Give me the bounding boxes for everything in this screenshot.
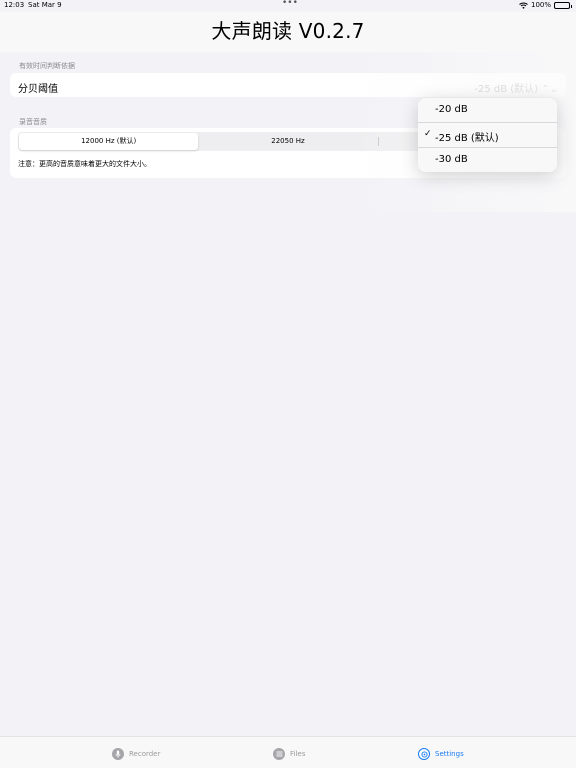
threshold-label: 分贝阈值 xyxy=(18,84,58,95)
tab-label: Settings xyxy=(435,750,464,758)
threshold-row[interactable]: 分贝阈值 -25 dB (默认) ⌃⌄ xyxy=(10,73,566,97)
status-bar: 12:03 Sat Mar 9 ••• 100% xyxy=(0,0,576,12)
popup-item-label: -25 dB (默认) xyxy=(435,133,499,144)
section-header-threshold: 有效时间判断依据 xyxy=(19,62,75,70)
status-indicators: 100% xyxy=(519,1,572,9)
list-icon xyxy=(273,748,285,760)
tab-recorder[interactable]: Recorder xyxy=(112,748,160,760)
battery-icon xyxy=(554,1,572,9)
gear-icon xyxy=(418,748,430,760)
popup-item-label: -30 dB xyxy=(435,154,468,165)
popup-item-minus30[interactable]: -30 dB xyxy=(418,148,557,172)
wifi-icon xyxy=(519,2,528,9)
battery-percent: 100% xyxy=(530,1,551,9)
threshold-picker-value[interactable]: -25 dB (默认) ⌃⌄ xyxy=(474,80,558,95)
navigation-bar: 大声朗读 V0.2.7 xyxy=(0,12,576,52)
checkmark-icon: ✓ xyxy=(424,129,432,139)
tab-label: Files xyxy=(290,750,306,758)
status-date: Sat Mar 9 xyxy=(28,1,62,9)
threshold-popup-menu: -20 dB ✓ -25 dB (默认) -30 dB xyxy=(418,98,557,172)
tab-settings[interactable]: Settings xyxy=(418,748,464,760)
section-header-quality: 录音音质 xyxy=(19,118,47,126)
status-time: 12:03 xyxy=(4,1,25,9)
popup-item-minus20[interactable]: -20 dB xyxy=(418,98,557,122)
quality-note: 注意：更高的音质意味着更大的文件大小。 xyxy=(18,160,151,168)
popup-item-minus25[interactable]: ✓ -25 dB (默认) xyxy=(418,123,557,147)
tab-bar: Recorder Files Settings xyxy=(0,736,576,768)
tab-label: Recorder xyxy=(129,750,161,758)
tab-files[interactable]: Files xyxy=(273,748,305,760)
page-title: 大声朗读 V0.2.7 xyxy=(211,19,365,43)
segment-22050[interactable]: 22050 Hz xyxy=(198,133,377,150)
popup-item-label: -20 dB xyxy=(435,104,468,115)
multitasking-dots[interactable]: ••• xyxy=(282,0,298,8)
microphone-icon xyxy=(112,748,124,760)
segment-12000[interactable]: 12000 Hz (默认) xyxy=(19,133,199,150)
